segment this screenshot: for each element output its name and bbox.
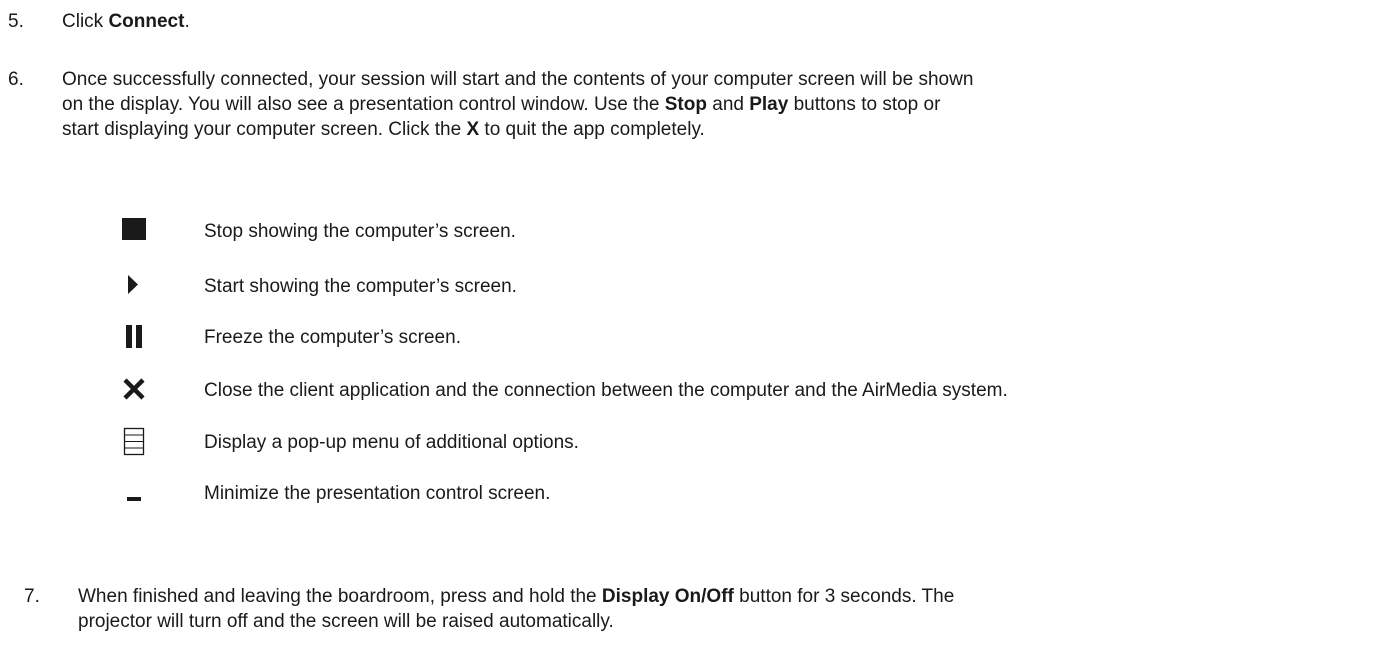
step-number: 5.: [8, 11, 24, 32]
step-5-suffix: .: [184, 11, 190, 32]
menu-icon: [116, 427, 152, 457]
step-7-line-1: When finished and leaving the boardroom,…: [78, 584, 1393, 609]
step-number: 6.: [8, 69, 24, 90]
icon-description: Display a pop-up menu of additional opti…: [204, 432, 579, 453]
step-5-prefix: Click: [62, 11, 109, 32]
icon-row-close: Close the client application and the con…: [0, 375, 1397, 405]
display-on-off-keyword: Display On/Off: [601, 586, 734, 607]
line-text: on the display. You will also see a pres…: [62, 94, 665, 115]
icon-row-menu: Display a pop-up menu of additional opti…: [0, 427, 1397, 457]
icon-description: Freeze the computer’s screen.: [204, 327, 461, 348]
icon-row-play: Start showing the computer’s screen.: [0, 271, 1397, 301]
step-text: Click Connect.: [62, 9, 1393, 34]
icon-description: Stop showing the computer’s screen.: [204, 221, 516, 242]
line-text: button for 3 seconds. The: [733, 586, 955, 607]
step-6-line-1: Once successfully connected, your sessio…: [62, 69, 974, 90]
step-6-line-2: on the display. You will also see a pres…: [62, 92, 1393, 117]
stop-icon: [116, 216, 152, 246]
step-7-line-2: projector will turn off and the screen w…: [78, 611, 614, 632]
step-text: Once successfully connected, your sessio…: [62, 67, 1393, 142]
pause-icon: [116, 322, 152, 352]
line-text: to quit the app completely.: [479, 119, 705, 140]
stop-keyword: Stop: [664, 94, 707, 115]
icon-description: Minimize the presentation control screen…: [204, 483, 551, 504]
line-text: When finished and leaving the boardroom,…: [78, 586, 602, 607]
step-6-line-3: start displaying your computer screen. C…: [62, 117, 1393, 142]
step-number: 7.: [24, 586, 40, 607]
x-keyword: X: [466, 119, 480, 140]
instruction-page: 5. Click Connect. 6. Once successfully c…: [0, 0, 1397, 669]
line-text: and: [706, 94, 750, 115]
connect-keyword: Connect: [108, 11, 185, 32]
line-text: start displaying your computer screen. C…: [62, 119, 467, 140]
icon-row-minimize: Minimize the presentation control screen…: [0, 478, 1397, 508]
icon-description: Close the client application and the con…: [204, 380, 1008, 401]
minimize-icon: [116, 478, 152, 508]
close-x-icon: [116, 375, 152, 405]
step-text: When finished and leaving the boardroom,…: [78, 584, 1393, 634]
play-icon: [116, 271, 152, 301]
play-keyword: Play: [749, 94, 789, 115]
icon-row-pause: Freeze the computer’s screen.: [0, 322, 1397, 352]
icon-description: Start showing the computer’s screen.: [204, 276, 517, 297]
line-text: buttons to stop or: [788, 94, 941, 115]
icon-row-stop: Stop showing the computer’s screen.: [0, 216, 1397, 246]
